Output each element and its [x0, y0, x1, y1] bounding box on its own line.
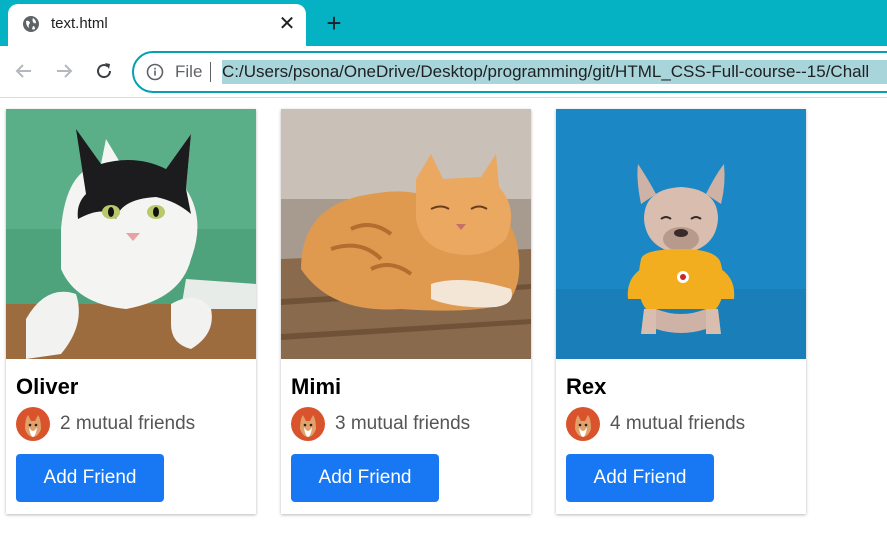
mutual-friends-count: 2 mutual friends: [60, 413, 196, 434]
add-friend-button[interactable]: Add Friend: [566, 454, 714, 502]
friend-card: Rex 4 mutual friends Add Friend: [556, 109, 806, 514]
browser-chrome: text.html ✕ + File C:/Users/psona/OneDri…: [0, 0, 887, 98]
cat-photo: [281, 109, 531, 359]
mutual-friends-count: 4 mutual friends: [610, 413, 746, 434]
mutual-friends: 4 mutual friends: [566, 406, 745, 442]
info-icon[interactable]: [146, 63, 164, 81]
tab-strip: text.html ✕ +: [0, 0, 887, 46]
new-tab-icon[interactable]: +: [320, 9, 348, 37]
divider: [210, 62, 211, 82]
address-bar[interactable]: File C:/Users/psona/OneDrive/Desktop/pro…: [132, 51, 887, 93]
tab-title: text.html: [51, 15, 108, 32]
card-list: Oliver 2 mutual friends Add Friend Mimi …: [0, 97, 887, 549]
cat-photo: [6, 109, 256, 359]
mutual-friends: 3 mutual friends: [291, 406, 470, 442]
browser-toolbar: File C:/Users/psona/OneDrive/Desktop/pro…: [0, 46, 887, 98]
close-icon[interactable]: ✕: [276, 13, 298, 35]
avatar: [291, 407, 325, 441]
add-friend-button[interactable]: Add Friend: [16, 454, 164, 502]
globe-icon: [22, 15, 40, 33]
friend-name: Oliver: [16, 374, 79, 399]
avatar: [16, 407, 50, 441]
reload-icon[interactable]: [91, 58, 117, 84]
forward-icon[interactable]: [51, 58, 77, 84]
friend-card: Oliver 2 mutual friends Add Friend: [6, 109, 256, 514]
scheme-label: File: [175, 62, 203, 81]
browser-tab[interactable]: text.html ✕: [8, 4, 306, 46]
add-friend-button[interactable]: Add Friend: [291, 454, 439, 502]
friend-name: Mimi: [291, 374, 342, 399]
friend-name: Rex: [566, 374, 607, 399]
dog-photo: [556, 109, 806, 359]
friend-card: Mimi 3 mutual friends Add Friend: [281, 109, 531, 514]
mutual-friends: 2 mutual friends: [16, 406, 195, 442]
mutual-friends-count: 3 mutual friends: [335, 413, 471, 434]
url-text[interactable]: C:/Users/psona/OneDrive/Desktop/programm…: [222, 60, 887, 84]
back-icon[interactable]: [11, 58, 37, 84]
avatar: [566, 407, 600, 441]
